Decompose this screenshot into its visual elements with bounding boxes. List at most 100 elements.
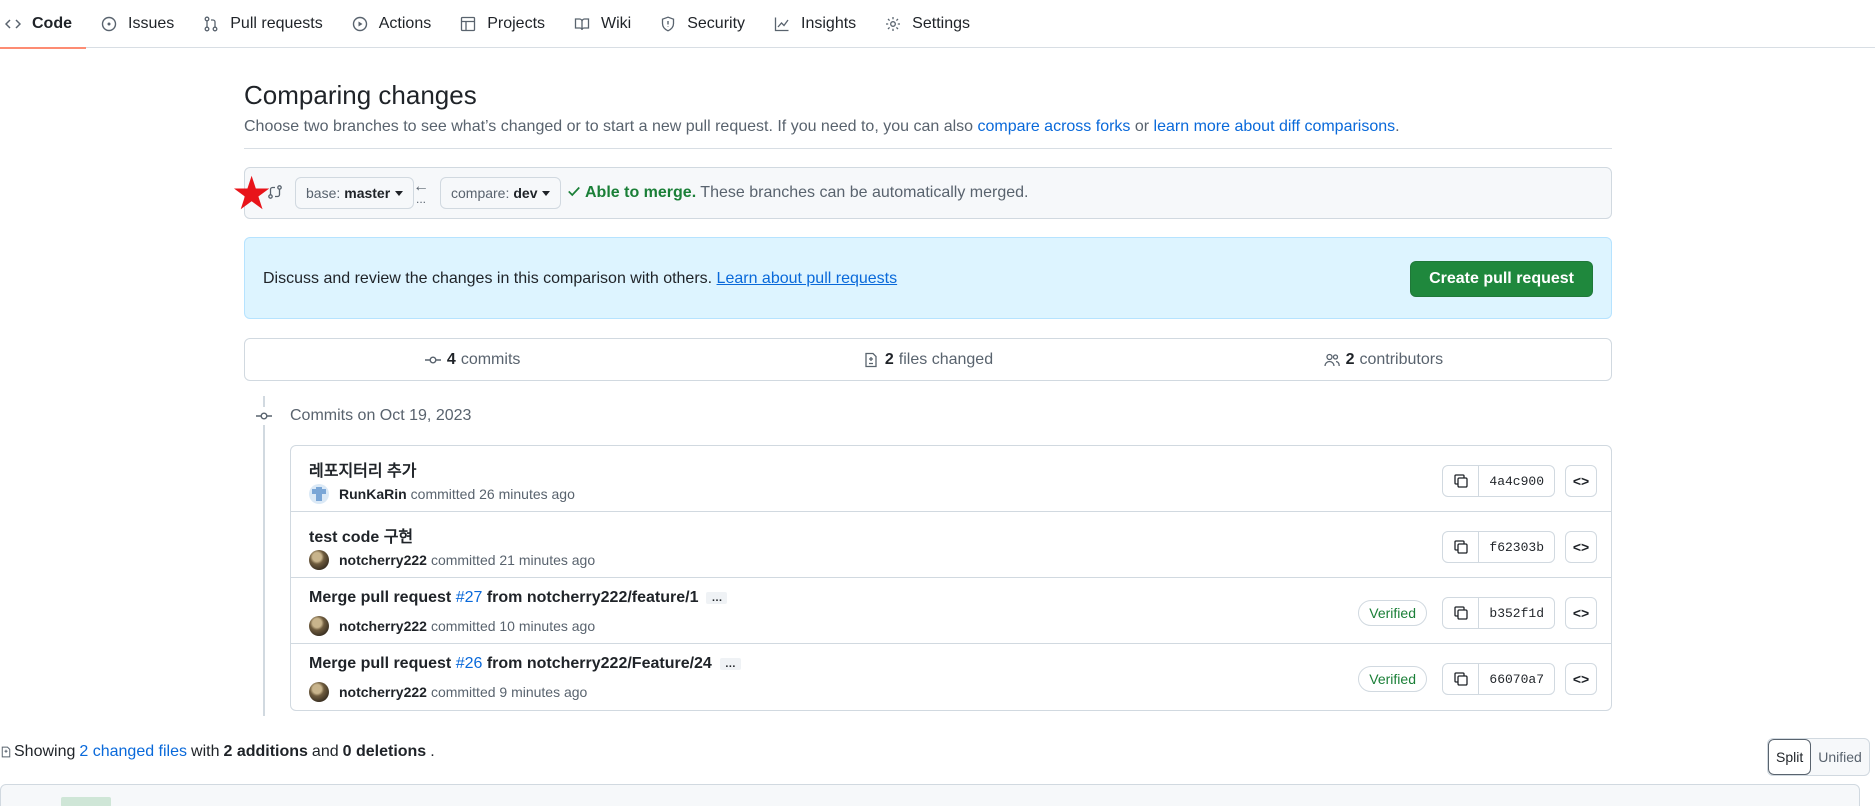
desc-or: or — [1130, 118, 1154, 135]
commit-title[interactable]: Merge pull request #27 from notcherry222… — [309, 589, 728, 607]
tab-projects[interactable]: Projects — [445, 0, 559, 48]
commit-row: 레포지터리 추가 RunKaRin committed 26 minutes ag… — [291, 446, 1611, 512]
code-icon — [4, 15, 22, 33]
compare-across-forks-link[interactable]: compare across forks — [977, 118, 1130, 135]
git-commit-icon — [254, 407, 274, 425]
commit-time: committed 10 minutes ago — [430, 618, 596, 634]
pr-link[interactable]: #26 — [456, 655, 483, 672]
avatar[interactable] — [309, 616, 329, 636]
merge-status: Able to merge. These branches can be aut… — [567, 184, 1028, 202]
base-branch-select[interactable]: base: master — [295, 177, 415, 209]
expand-message-button[interactable]: … — [719, 657, 741, 670]
commit-title-suffix: from notcherry222/feature/1 — [482, 589, 699, 606]
copy-icon[interactable] — [1443, 532, 1480, 562]
sha-group: 66070a7 — [1442, 663, 1555, 695]
period: . — [430, 743, 435, 760]
base-value: master — [344, 185, 391, 201]
contributors-label: contributors — [1359, 350, 1444, 368]
and-label: and — [311, 743, 339, 760]
tab-security[interactable]: Security — [645, 0, 759, 48]
showing-label: Showing — [14, 743, 76, 760]
merge-ok-text: Able to merge. — [585, 184, 697, 201]
commit-time: committed 21 minutes ago — [430, 552, 596, 568]
changed-files-link[interactable]: 2 changed files — [79, 743, 187, 761]
copy-icon[interactable] — [1443, 664, 1480, 694]
range-dots: ... — [416, 192, 427, 206]
copy-icon[interactable] — [1443, 466, 1480, 496]
desc-suffix: . — [1395, 118, 1400, 135]
commit-sha-link[interactable]: b352f1d — [1479, 598, 1554, 628]
commit-sha-link[interactable]: f62303b — [1479, 532, 1554, 562]
git-commit-icon — [424, 352, 441, 368]
commits-count: 4 — [446, 350, 456, 368]
file-diff-icon — [0, 745, 12, 759]
commit-sha-link[interactable]: 4a4c900 — [1479, 466, 1554, 496]
diff-view-toggle: Split Unified — [1767, 738, 1870, 776]
browse-code-icon[interactable]: <> — [1565, 465, 1597, 497]
unified-view-button[interactable]: Unified — [1811, 739, 1869, 775]
expand-message-button[interactable]: … — [706, 591, 728, 604]
git-compare-icon — [267, 184, 285, 202]
commit-author[interactable]: notcherry222 — [339, 552, 427, 568]
learn-diff-comparisons-link[interactable]: learn more about diff comparisons — [1154, 118, 1396, 135]
commit-row: test code 구현 notcherry222 committed 21 mi… — [291, 512, 1611, 578]
diffstat-bar — [61, 797, 111, 806]
files-changed-tab[interactable]: 2 files changed — [700, 339, 1155, 380]
commit-list: 레포지터리 추가 RunKaRin committed 26 minutes ag… — [290, 445, 1612, 711]
commit-title-prefix: Merge pull request — [309, 589, 456, 606]
split-view-button[interactable]: Split — [1768, 739, 1812, 775]
commit-title-prefix: Merge pull request — [309, 655, 456, 672]
tab-label: Pull requests — [230, 14, 323, 32]
desc-prefix: Choose two branches to see what’s change… — [244, 118, 978, 135]
learn-about-prs-link[interactable]: Learn about pull requests — [717, 270, 898, 287]
tab-settings[interactable]: Settings — [870, 0, 984, 48]
deletions-count: 0 deletions — [342, 743, 427, 760]
compare-branch-select[interactable]: compare: dev — [440, 177, 562, 209]
commit-title-link[interactable]: 레포지터리 추가 — [309, 457, 417, 481]
create-pull-request-button[interactable]: Create pull request — [1410, 261, 1593, 297]
tab-label: Settings — [912, 14, 970, 32]
merge-msg: These branches can be automatically merg… — [696, 184, 1029, 201]
tab-wiki[interactable]: Wiki — [559, 0, 645, 48]
compare-value: dev — [513, 185, 538, 201]
tab-label: Code — [32, 14, 72, 32]
commit-time: committed 9 minutes ago — [430, 684, 588, 700]
copy-icon[interactable] — [1443, 598, 1480, 628]
check-icon — [568, 186, 580, 197]
commit-title-link[interactable]: test code 구현 — [309, 523, 413, 547]
tab-pull-requests[interactable]: Pull requests — [188, 0, 337, 48]
commits-date-heading: Commits on Oct 19, 2023 — [290, 407, 472, 424]
avatar[interactable] — [309, 682, 329, 702]
commit-title[interactable]: Merge pull request #26 from notcherry222… — [309, 655, 741, 673]
commit-author[interactable]: RunKaRin — [339, 486, 407, 502]
commit-row: Merge pull request #26 from notcherry222… — [291, 644, 1611, 710]
browse-code-icon[interactable]: <> — [1565, 597, 1597, 629]
shield-icon — [659, 15, 677, 33]
tab-issues[interactable]: Issues — [86, 0, 188, 48]
tab-label: Wiki — [601, 14, 632, 32]
repo-nav: Code Issues Pull requests Actions Projec… — [0, 0, 1875, 49]
commit-sha-link[interactable]: 66070a7 — [1479, 664, 1554, 694]
verified-badge[interactable]: Verified — [1358, 666, 1427, 692]
verified-badge[interactable]: Verified — [1358, 600, 1427, 626]
avatar[interactable] — [309, 484, 329, 504]
tab-insights[interactable]: Insights — [759, 0, 870, 48]
pr-link[interactable]: #27 — [456, 589, 483, 606]
tab-actions[interactable]: Actions — [337, 0, 445, 48]
base-label: base: — [306, 185, 341, 201]
browse-code-icon[interactable]: <> — [1565, 663, 1597, 695]
browse-code-icon[interactable]: <> — [1565, 531, 1597, 563]
commit-author[interactable]: notcherry222 — [339, 684, 427, 700]
commits-tab[interactable]: 4 commits — [245, 339, 700, 380]
additions-count: 2 additions — [223, 743, 308, 760]
tab-label: Issues — [128, 14, 175, 32]
avatar[interactable] — [309, 550, 329, 570]
commit-author[interactable]: notcherry222 — [339, 618, 427, 634]
divider — [244, 148, 1612, 149]
contributors-tab[interactable]: 2 contributors — [1156, 339, 1611, 380]
git-pull-request-icon — [202, 15, 220, 33]
tab-code[interactable]: Code — [0, 0, 86, 49]
commit-meta: notcherry222 committed 21 minutes ago — [309, 550, 595, 570]
play-icon — [351, 15, 369, 33]
compare-overview: 4 commits 2 files changed 2 contributors — [244, 338, 1612, 381]
